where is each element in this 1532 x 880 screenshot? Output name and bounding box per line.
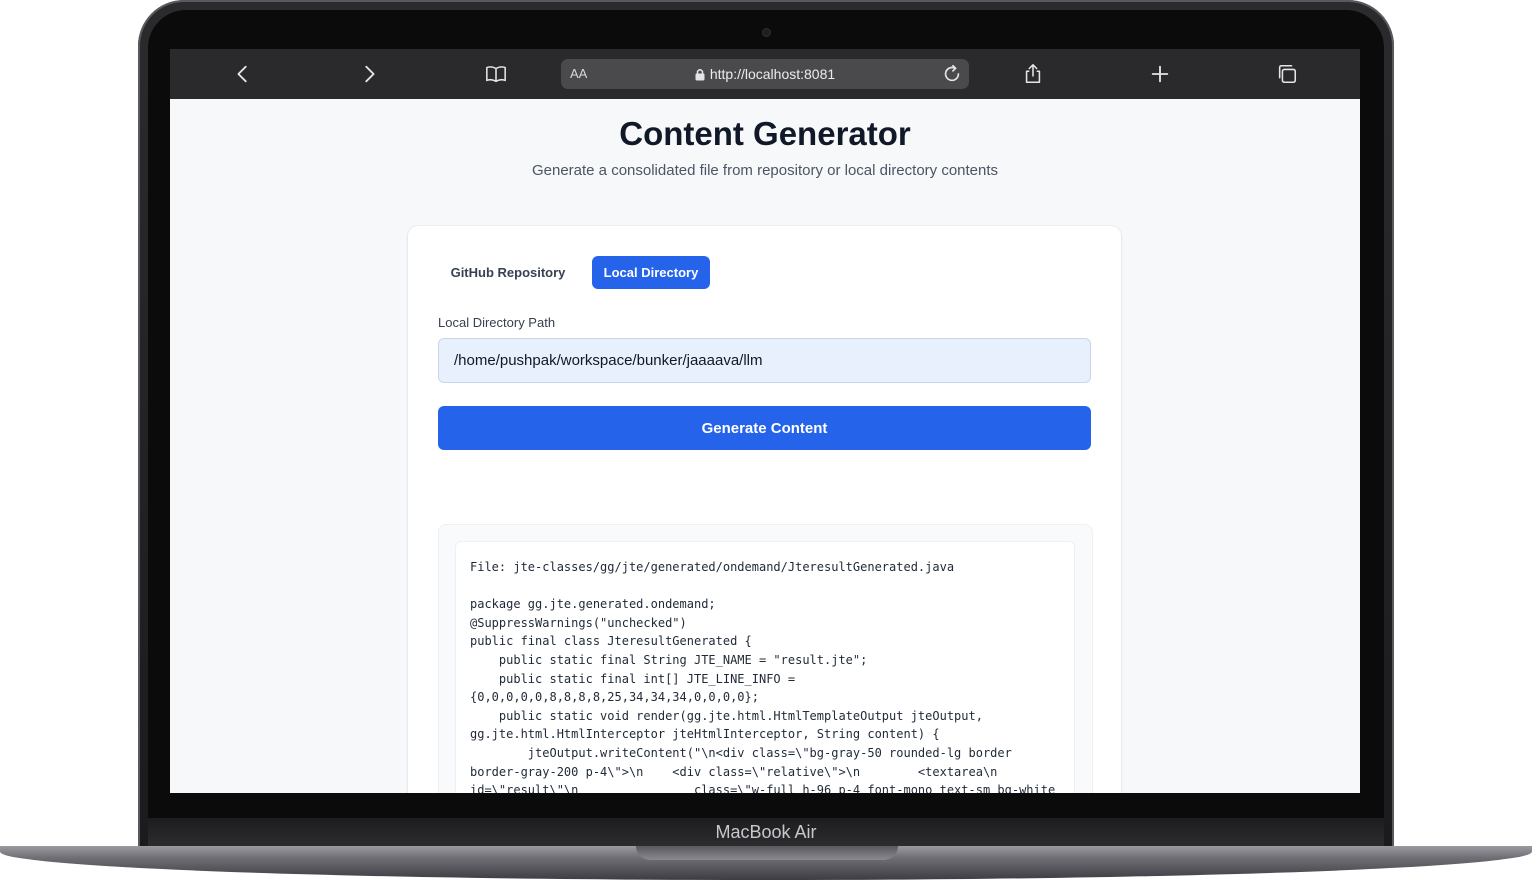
page-subtitle: Generate a consolidated file from reposi… xyxy=(531,162,999,179)
reload-icon[interactable] xyxy=(941,63,963,85)
generator-card: GitHub Repository Local Directory Local … xyxy=(408,226,1121,793)
directory-path-input[interactable] xyxy=(438,338,1091,383)
new-tab-icon[interactable] xyxy=(1147,61,1173,87)
forward-icon[interactable] xyxy=(356,61,382,87)
tabs-overview-icon[interactable] xyxy=(1274,61,1300,87)
result-container: File: jte-classes/gg/jte/generated/ondem… xyxy=(438,524,1093,793)
path-label: Local Directory Path xyxy=(438,315,556,330)
share-icon[interactable] xyxy=(1020,61,1046,87)
camera xyxy=(762,28,771,37)
generate-content-button[interactable]: Generate Content xyxy=(438,406,1091,450)
result-textarea[interactable]: File: jte-classes/gg/jte/generated/ondem… xyxy=(455,541,1075,793)
tab-github-repository[interactable]: GitHub Repository xyxy=(438,256,578,289)
laptop-base-notch xyxy=(636,846,898,860)
page-title: Content Generator xyxy=(619,115,911,152)
back-icon[interactable] xyxy=(230,61,256,87)
browser-screen: AA http://localhost:8081 Content Generat… xyxy=(170,49,1360,793)
browser-toolbar: AA http://localhost:8081 xyxy=(170,49,1360,99)
address-bar[interactable]: AA http://localhost:8081 xyxy=(561,59,969,89)
bookmarks-icon[interactable] xyxy=(483,61,509,87)
device-name: MacBook Air xyxy=(715,822,817,842)
tab-local-directory[interactable]: Local Directory xyxy=(592,256,710,289)
lock-icon xyxy=(695,68,705,84)
url-text: http://localhost:8081 xyxy=(709,66,836,82)
